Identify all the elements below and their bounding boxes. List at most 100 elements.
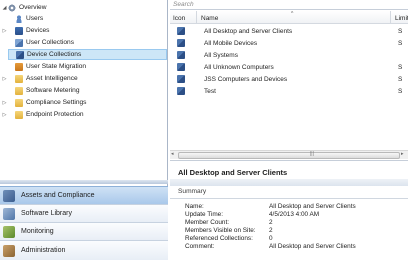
scroll-left-icon[interactable]: ◂: [171, 151, 174, 157]
device-collection-icon: [177, 87, 185, 95]
tree-item-label: Software Metering: [26, 87, 80, 94]
property-label: Referenced Collections:: [185, 235, 253, 242]
device-collections-icon: [16, 50, 24, 59]
tree-item-device-collections[interactable]: Device Collections: [8, 49, 167, 60]
property-label: Comment:: [185, 243, 215, 250]
row-name: All Mobile Devices: [204, 40, 258, 47]
tree-item-label: Device Collections: [27, 51, 82, 58]
expand-arrow-icon[interactable]: ▷: [1, 100, 8, 106]
tree-item-endpoint-protection[interactable]: ▷ Endpoint Protection: [1, 109, 84, 120]
table-row[interactable]: Test S: [170, 85, 408, 97]
user-collections-icon: [15, 38, 23, 47]
property-value: 2: [269, 227, 273, 234]
tree-item-label: Devices: [26, 27, 50, 34]
horizontal-scrollbar[interactable]: ◂ ||| ▸: [170, 150, 408, 159]
column-header-name[interactable]: Name: [198, 11, 391, 24]
navigation-tree: ◢ Overview Users ▷ Devices User Collecti…: [0, 0, 168, 180]
workspace-assets-and-compliance[interactable]: Assets and Compliance: [0, 186, 168, 204]
details-pane: All Desktop and Server Clients Summary N…: [170, 160, 408, 260]
table-row[interactable]: JSS Computers and Devices S: [170, 73, 408, 85]
device-collection-icon: [177, 27, 185, 35]
device-collection-icon: [177, 51, 185, 59]
column-header-icon[interactable]: Icon: [170, 11, 197, 24]
property-value: 2: [269, 219, 273, 226]
property-value: 4/5/2013 4:00 AM: [269, 211, 320, 218]
tree-item-overview[interactable]: ◢ Overview: [1, 2, 46, 13]
grid-header: Icon Name ^ Limit: [170, 11, 408, 24]
scroll-grip-icon: |||: [310, 151, 314, 157]
row-limit: S: [398, 88, 403, 95]
property-label: Name:: [185, 203, 204, 210]
property-value: All Desktop and Server Clients: [269, 203, 356, 210]
property-label: Member Count:: [185, 219, 230, 226]
workspace-splitter[interactable]: [0, 180, 168, 184]
search-input[interactable]: Search: [170, 0, 408, 10]
folder-icon: [15, 74, 23, 83]
workspace-label: Monitoring: [21, 228, 54, 235]
table-row[interactable]: All Unknown Computers S: [170, 61, 408, 73]
folder-icon: [15, 98, 23, 107]
folder-icon: [15, 86, 23, 95]
expand-arrow-icon[interactable]: ▷: [1, 28, 8, 34]
details-band: [170, 179, 408, 186]
tree-item-users[interactable]: Users: [8, 13, 43, 24]
gear-icon: [8, 3, 16, 12]
device-collection-icon: [177, 39, 185, 47]
tree-item-label: Asset Intelligence: [26, 75, 78, 82]
row-limit: S: [398, 76, 403, 83]
devices-icon: [15, 26, 23, 35]
row-limit: S: [398, 28, 403, 35]
column-header-limit[interactable]: Limit: [392, 11, 408, 24]
folder-icon: [15, 110, 23, 119]
property-label: Update Time:: [185, 211, 224, 218]
row-name: All Desktop and Server Clients: [204, 28, 293, 35]
row-name: Test: [204, 88, 216, 95]
tree-item-user-collections[interactable]: User Collections: [8, 37, 74, 48]
workspace-administration[interactable]: Administration: [0, 240, 168, 260]
tree-item-label: User State Migration: [26, 63, 87, 70]
workspace-label: Assets and Compliance: [21, 192, 95, 199]
row-name: All Systems: [204, 52, 238, 59]
property-label: Members Visible on Site:: [185, 227, 256, 234]
tree-item-compliance-settings[interactable]: ▷ Compliance Settings: [1, 97, 86, 108]
sort-ascending-icon: ^: [291, 11, 294, 17]
row-name: JSS Computers and Devices: [204, 76, 288, 83]
navigation-pane: ◢ Overview Users ▷ Devices User Collecti…: [0, 0, 168, 260]
table-row[interactable]: All Systems: [170, 49, 408, 61]
tree-item-user-state-migration[interactable]: User State Migration: [8, 61, 86, 72]
device-collection-icon: [177, 63, 185, 71]
user-state-migration-icon: [15, 62, 23, 71]
table-row[interactable]: All Desktop and Server Clients S: [170, 25, 408, 37]
tree-item-devices[interactable]: ▷ Devices: [1, 25, 49, 36]
workspace-monitoring[interactable]: Monitoring: [0, 222, 168, 240]
row-limit: S: [398, 64, 403, 71]
scrollbar-thumb[interactable]: [178, 152, 400, 159]
device-collection-icon: [177, 75, 185, 83]
collapse-arrow-icon[interactable]: ◢: [1, 5, 8, 11]
expand-arrow-icon[interactable]: ▷: [1, 112, 8, 118]
table-row[interactable]: All Mobile Devices S: [170, 37, 408, 49]
summary-divider: [170, 198, 408, 199]
tree-item-label: Users: [26, 15, 44, 22]
administration-icon: [3, 244, 15, 257]
search-placeholder: Search: [173, 1, 194, 8]
property-value: 0: [269, 235, 273, 242]
software-library-icon: [3, 207, 15, 220]
tree-item-label: Compliance Settings: [26, 99, 87, 106]
tree-item-software-metering[interactable]: Software Metering: [8, 85, 80, 96]
user-icon: [15, 14, 23, 23]
summary-section-label: Summary: [178, 188, 207, 195]
tree-item-label: User Collections: [26, 39, 75, 46]
monitoring-icon: [3, 225, 15, 238]
workspace-label: Administration: [21, 247, 66, 254]
assets-compliance-icon: [3, 189, 15, 202]
property-value: All Desktop and Server Clients: [269, 243, 356, 250]
expand-arrow-icon[interactable]: ▷: [1, 76, 8, 82]
row-name: All Unknown Computers: [204, 64, 274, 71]
tree-item-asset-intelligence[interactable]: ▷ Asset Intelligence: [1, 73, 78, 84]
content-pane: Search Icon Name ^ Limit All Desktop and…: [170, 0, 408, 260]
scroll-right-icon[interactable]: ▸: [401, 151, 404, 157]
workspace-label: Software Library: [21, 210, 72, 217]
details-title: All Desktop and Server Clients: [178, 168, 288, 177]
workspace-software-library[interactable]: Software Library: [0, 204, 168, 222]
